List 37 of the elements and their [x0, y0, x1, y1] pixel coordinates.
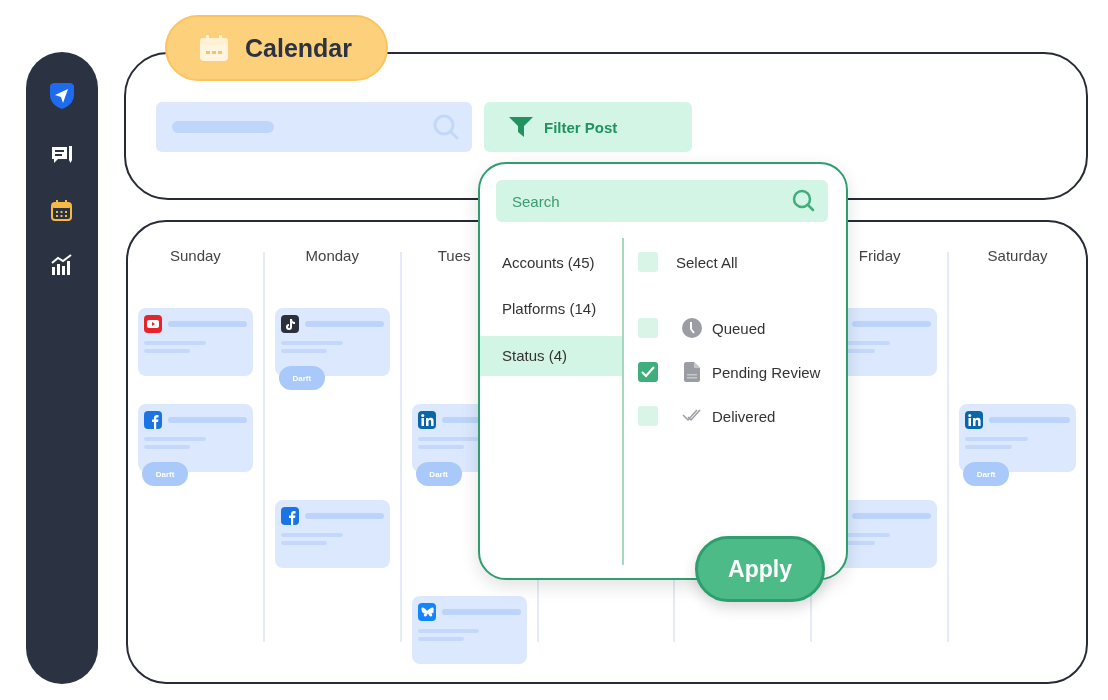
music-note-logo-icon: [280, 315, 299, 333]
check-icon: [641, 366, 655, 378]
search-field[interactable]: Search: [496, 180, 828, 222]
page-title: Calendar: [165, 15, 388, 81]
linkedin-logo-icon: [417, 411, 436, 429]
option-label: Queued: [712, 319, 766, 337]
search-field[interactable]: [156, 102, 472, 152]
category-item[interactable]: Platforms (14): [480, 286, 622, 332]
category-item[interactable]: Status (4): [480, 336, 622, 376]
post-card[interactable]: [274, 308, 390, 376]
option-label: Delivered: [712, 407, 776, 425]
play-logo-icon: [144, 315, 162, 333]
checkbox[interactable]: [638, 406, 658, 426]
chart-icon[interactable]: [50, 253, 74, 277]
checkbox[interactable]: [638, 252, 658, 272]
calendar-icon[interactable]: [50, 199, 74, 223]
document-icon: [682, 362, 702, 382]
funnel-icon: [508, 116, 534, 138]
status-badge: Darft: [278, 366, 325, 390]
facebook-logo-icon: [144, 411, 162, 429]
status-badge: Darft: [415, 462, 462, 486]
paper-plane-logo-icon: [47, 81, 77, 111]
calendar-icon: [199, 33, 229, 63]
option-label: Pending Review: [712, 363, 821, 381]
option-label: Select All: [676, 253, 738, 271]
linkedin-logo-icon: [965, 411, 984, 429]
search-icon: [432, 113, 460, 141]
butterfly-logo-icon: [417, 603, 436, 621]
day-header: Tues: [436, 252, 472, 260]
search-icon: [792, 189, 816, 213]
facebook-logo-icon: [280, 507, 299, 525]
category-item[interactable]: Accounts (45): [480, 240, 622, 286]
checkbox[interactable]: [638, 318, 658, 338]
status-badge: Darft: [142, 462, 188, 486]
status-badge: Darft: [963, 462, 1010, 486]
checkbox[interactable]: [638, 362, 658, 382]
clock-icon: [682, 318, 702, 338]
